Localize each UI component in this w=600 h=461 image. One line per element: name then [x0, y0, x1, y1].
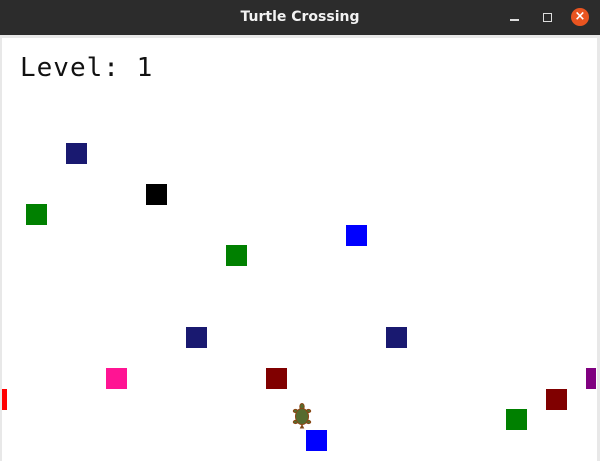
car-block [66, 143, 87, 164]
car-block [506, 409, 527, 430]
car-block [386, 327, 407, 348]
car-block [146, 184, 167, 205]
car-block [106, 368, 127, 389]
minimize-button[interactable] [505, 8, 523, 26]
car-block [2, 389, 7, 410]
minimize-icon [509, 19, 519, 21]
close-button[interactable]: × [571, 8, 589, 26]
game-window-frame: Level: 1 [0, 35, 600, 461]
maximize-icon [542, 12, 552, 22]
window-titlebar[interactable]: Turtle Crossing × [0, 0, 600, 34]
car-block [226, 245, 247, 266]
car-block [546, 389, 567, 410]
player-turtle [292, 403, 312, 429]
game-canvas[interactable]: Level: 1 [2, 38, 597, 461]
car-block [346, 225, 367, 246]
car-block [26, 204, 47, 225]
car-block [266, 368, 287, 389]
car-block [306, 430, 327, 451]
car-block [186, 327, 207, 348]
maximize-button[interactable] [538, 8, 556, 26]
close-icon: × [574, 9, 586, 24]
level-label: Level: 1 [20, 53, 154, 83]
car-block [586, 368, 596, 389]
